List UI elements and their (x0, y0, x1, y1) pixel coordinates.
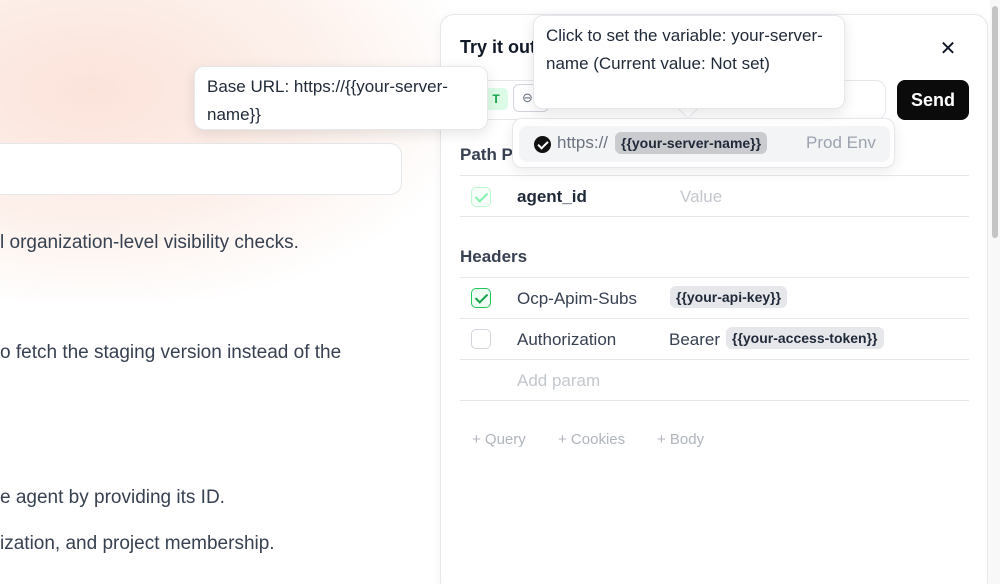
doc-text-line: ization, and project membership. (0, 533, 275, 554)
doc-text-line: l organization-level visibility checks. (0, 232, 299, 253)
close-icon[interactable]: ✕ (936, 37, 960, 61)
header-checkbox[interactable] (471, 288, 491, 308)
divider (460, 277, 969, 278)
header-value-chip[interactable]: {{your-api-key}} (670, 286, 788, 308)
header-checkbox[interactable] (471, 329, 491, 349)
send-button[interactable]: Send (897, 80, 969, 120)
server-url-dropdown: https:// {{your-server-name}} Prod Env (512, 118, 895, 168)
add-query-button[interactable]: + Query (472, 431, 526, 448)
divider (460, 400, 969, 401)
divider (460, 318, 969, 319)
base-url-tooltip: Base URL: https://{{your-server-name}} (194, 66, 488, 130)
agent-id-checkbox[interactable] (471, 187, 491, 207)
doc-input-field[interactable] (0, 143, 402, 195)
environment-label: Prod Env (806, 133, 876, 152)
variable-tooltip: Click to set the variable: your-server-n… (533, 15, 845, 109)
url-prefix: https:// (557, 133, 609, 152)
doc-text-line: o fetch the staging version instead of t… (0, 342, 342, 363)
param-key-agent-id: agent_id (517, 187, 587, 206)
check-circle-icon (534, 136, 551, 153)
add-param-input[interactable]: Add param (517, 371, 600, 391)
page-scrollbar[interactable] (990, 0, 1000, 584)
server-variable-chip[interactable]: {{your-server-name}} (615, 132, 768, 154)
header-value-prefix: Bearer (669, 330, 721, 349)
param-value-input[interactable]: Value (680, 187, 722, 207)
add-cookies-button[interactable]: + Cookies (558, 431, 625, 448)
header-key[interactable]: Ocp-Apim-Subs (517, 289, 637, 309)
header-key[interactable]: Authorization (517, 330, 616, 350)
divider (460, 216, 969, 217)
doc-text-line: e agent by providing its ID. (0, 487, 225, 508)
add-body-button[interactable]: + Body (657, 431, 704, 448)
server-url-option[interactable]: https:// {{your-server-name}} Prod Env (519, 126, 890, 162)
scrollbar-thumb[interactable] (992, 6, 998, 238)
divider (460, 359, 969, 360)
divider (460, 175, 969, 176)
panel-title: Try it out (460, 37, 536, 57)
header-value-chip[interactable]: {{your-access-token}} (726, 327, 884, 349)
headers-title: Headers (460, 247, 528, 266)
